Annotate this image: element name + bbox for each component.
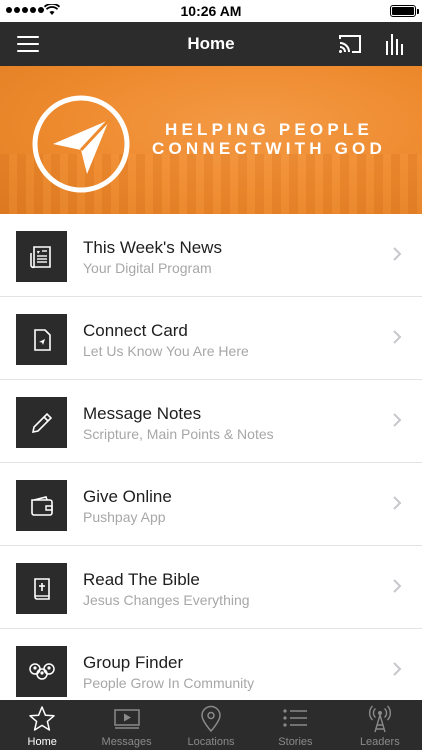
list-item-title: Message Notes — [83, 404, 202, 423]
tab-label: Stories — [278, 736, 313, 748]
bottom-tab-bar: Home Messages Locations Stories Leaders — [0, 700, 422, 750]
battery-icon — [390, 5, 419, 17]
church-logo-icon — [32, 95, 130, 193]
tab-stories[interactable]: Stories — [253, 700, 337, 750]
thumbnail — [16, 646, 67, 697]
tab-locations[interactable]: Locations — [169, 700, 253, 750]
star-icon — [29, 706, 55, 731]
tagline-line-1: HELPING PEOPLE — [164, 120, 374, 139]
list-item-subtitle: Scripture, Main Points & Notes — [83, 426, 274, 442]
list-item-subtitle: Your Digital Program — [83, 260, 212, 276]
list-item-title: Group Finder — [83, 653, 184, 672]
chevron-right-icon — [393, 662, 402, 676]
location-pin-icon — [201, 705, 221, 733]
thumbnail — [16, 231, 67, 282]
tab-label: Leaders — [359, 736, 400, 748]
list-item-title: This Week's News — [83, 238, 222, 257]
video-icon — [113, 709, 140, 729]
hero-banner: HELPING PEOPLE CONNECTWITH GOD — [0, 66, 422, 214]
top-navigation-bar: Home — [0, 22, 422, 66]
list-item-group-finder[interactable]: Group Finder People Grow In Community — [0, 629, 422, 700]
list-item-title: Connect Card — [83, 321, 188, 340]
people-group-icon — [28, 662, 55, 680]
tagline-line-2: CONNECTWITH GOD — [152, 139, 386, 158]
list-item-subtitle: Let Us Know You Are Here — [83, 343, 249, 359]
list-item-message-notes[interactable]: Message Notes Scripture, Main Points & N… — [0, 380, 422, 463]
tab-label: Locations — [187, 736, 235, 748]
chevron-right-icon — [393, 496, 402, 510]
broadcast-tower-icon — [368, 705, 391, 733]
bible-icon — [33, 577, 50, 600]
thumbnail — [16, 397, 67, 448]
tab-leaders[interactable]: Leaders — [338, 700, 422, 750]
pencil-icon — [31, 412, 52, 433]
chevron-right-icon — [393, 413, 402, 427]
list-item-title: Read The Bible — [83, 570, 200, 589]
tab-label: Messages — [101, 736, 152, 748]
thumbnail — [16, 314, 67, 365]
newspaper-icon — [29, 245, 51, 268]
list-item-this-weeks-news[interactable]: This Week's News Your Digital Program — [0, 214, 422, 297]
thumbnail — [16, 563, 67, 614]
tab-home[interactable]: Home — [0, 700, 84, 750]
cast-icon[interactable] — [337, 31, 363, 57]
list-item-subtitle: Pushpay App — [83, 509, 166, 525]
list-item-give-online[interactable]: Give Online Pushpay App — [0, 463, 422, 546]
status-time: 10:26 AM — [180, 3, 242, 19]
banner-tagline: HELPING PEOPLE CONNECTWITH GOD — [129, 120, 409, 158]
tab-label: Home — [27, 736, 57, 748]
thumbnail — [16, 480, 67, 531]
list-item-connect-card[interactable]: Connect Card Let Us Know You Are Here — [0, 297, 422, 380]
wallet-icon — [30, 495, 53, 516]
list-item-subtitle: People Grow In Community — [83, 675, 255, 691]
chevron-right-icon — [393, 247, 402, 261]
list-item-subtitle: Jesus Changes Everything — [83, 592, 250, 608]
status-bar: 10:26 AM — [0, 0, 422, 22]
list-item-title: Give Online — [83, 487, 172, 506]
bar-chart-icon[interactable] — [384, 31, 406, 57]
card-arrow-icon — [33, 328, 51, 351]
list-item-read-the-bible[interactable]: Read The Bible Jesus Changes Everything — [0, 546, 422, 629]
chevron-right-icon — [393, 330, 402, 344]
hamburger-menu-icon[interactable] — [17, 36, 39, 52]
tab-messages[interactable]: Messages — [84, 700, 168, 750]
home-menu-list: This Week's News Your Digital Program Co… — [0, 214, 422, 700]
list-icon — [283, 709, 308, 727]
chevron-right-icon — [393, 579, 402, 593]
